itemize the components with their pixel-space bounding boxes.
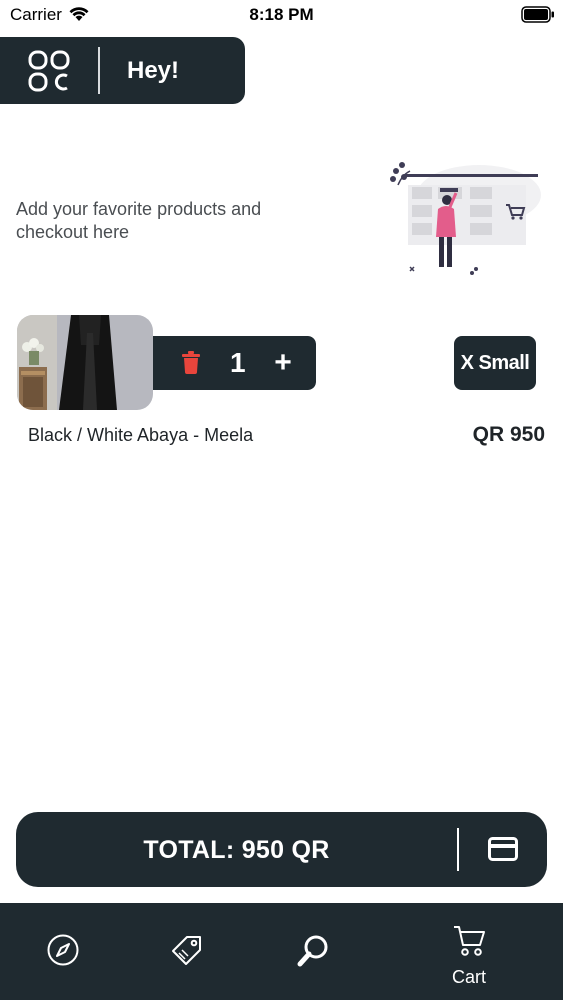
total-label: TOTAL: 950 QR <box>143 836 330 864</box>
header-title: Hey! <box>127 57 180 84</box>
quantity-value: 1 <box>230 347 246 378</box>
abaya-photo <box>17 315 153 410</box>
increase-quantity-button[interactable]: + <box>268 346 298 380</box>
clock: 8:18 PM <box>249 5 314 24</box>
product-name: Black / White Abaya - Meela <box>28 425 254 445</box>
grid-menu-icon[interactable] <box>27 49 71 93</box>
intro-text: Add your favorite products and checkout … <box>16 199 262 242</box>
compass-icon <box>47 934 79 966</box>
shopping-woman-illustration <box>390 162 541 275</box>
cart-icon <box>454 926 485 956</box>
header-bar: Hey! <box>0 37 245 104</box>
trash-icon[interactable] <box>182 351 200 374</box>
product-price: QR 950 <box>472 423 545 446</box>
tag-icon <box>172 936 201 965</box>
status-bar: Carrier 8:18 PM <box>0 0 563 30</box>
tab-explore[interactable] <box>20 903 106 1000</box>
header-divider <box>98 47 100 94</box>
tab-cart[interactable]: Cart <box>424 903 514 1000</box>
quantity-control: 1 + <box>148 336 316 390</box>
credit-card-icon[interactable] <box>488 837 518 861</box>
tab-offers[interactable] <box>145 903 231 1000</box>
search-icon <box>297 935 328 967</box>
checkout-button[interactable]: TOTAL: 950 QR <box>16 812 547 887</box>
tab-bar: Cart <box>0 903 563 1000</box>
battery-icon <box>521 6 554 23</box>
product-image[interactable] <box>17 315 153 410</box>
tab-cart-label: Cart <box>451 967 486 987</box>
size-badge[interactable]: X Small <box>454 336 536 390</box>
tab-search[interactable] <box>270 903 356 1000</box>
checkout-divider <box>457 828 459 871</box>
